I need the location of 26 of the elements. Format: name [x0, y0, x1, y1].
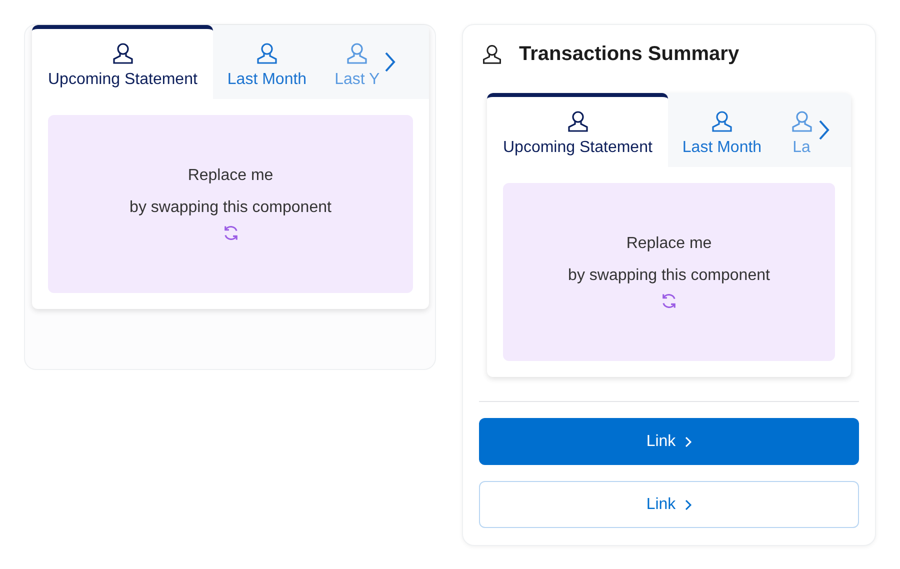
- placeholder-text: by swapping this component: [568, 266, 770, 286]
- refresh-icon: [222, 224, 240, 242]
- tab[interactable]: Last Month: [213, 25, 321, 99]
- panel-title: Transactions Summary: [519, 42, 740, 66]
- link-button[interactable]: Link: [479, 418, 859, 465]
- placeholder-text: Replace me: [188, 166, 274, 186]
- tab[interactable]: Last Month: [668, 93, 776, 167]
- tab[interactable]: Upcoming Statement: [487, 93, 668, 167]
- person-icon: [345, 41, 370, 65]
- next-tab-button[interactable]: [384, 50, 396, 74]
- chevron-icon: [684, 498, 692, 510]
- placeholder-text: Replace me: [626, 234, 712, 254]
- person-icon: [254, 41, 279, 65]
- tab[interactable]: Upcoming Statement: [32, 25, 214, 99]
- person-icon: [710, 109, 734, 133]
- placeholder-text: by swapping this component: [130, 198, 332, 218]
- next-tab-button[interactable]: [818, 118, 830, 142]
- tab[interactable]: La: [776, 93, 814, 167]
- chevron-icon: [684, 436, 692, 448]
- refresh-icon: [660, 292, 678, 310]
- person-icon: [566, 109, 590, 133]
- tab[interactable]: Last Y: [320, 25, 380, 99]
- person-icon: [790, 109, 814, 133]
- person-icon: [481, 43, 503, 65]
- person-icon: [110, 41, 135, 65]
- link-button[interactable]: Link: [479, 481, 859, 528]
